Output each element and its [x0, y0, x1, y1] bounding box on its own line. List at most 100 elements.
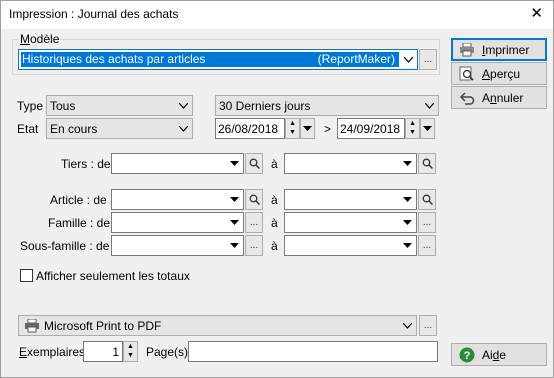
spin-up-icon[interactable]: ▲ — [406, 119, 419, 128]
annuler-label: Annuler — [482, 90, 524, 105]
chevron-down-icon[interactable] — [399, 236, 416, 255]
modele-legend-rest: odèle — [30, 32, 60, 46]
spin-up-icon[interactable]: ▲ — [286, 119, 299, 128]
etat-select[interactable]: En cours — [46, 118, 193, 139]
tiers-label: Tiers : de — [61, 157, 111, 171]
chevron-down-icon — [303, 125, 312, 131]
article-to-label: à — [271, 193, 278, 207]
famille-to-more-button[interactable]: ... — [418, 212, 436, 233]
search-icon[interactable] — [245, 189, 263, 210]
tiers-to-label: à — [271, 157, 278, 171]
sousfamille-from-more-button[interactable]: ... — [245, 235, 263, 256]
close-icon[interactable]: ✕ — [530, 4, 543, 22]
aide-button[interactable]: ? Aide — [451, 343, 547, 366]
svg-text:?: ? — [464, 350, 471, 362]
type-label: Type — [17, 99, 44, 113]
apercu-label: Aperçu — [482, 66, 521, 81]
help-icon: ? — [458, 347, 476, 363]
modele-legend: Modèle — [18, 32, 62, 46]
date-from-field[interactable]: 26/08/2018 — [215, 118, 285, 139]
chevron-down-icon[interactable] — [175, 96, 192, 115]
spin-down-icon[interactable]: ▼ — [286, 128, 299, 137]
apercu-button[interactable]: Aperçu — [451, 62, 547, 85]
apercu-label-rest: perçu — [490, 66, 521, 81]
copies-spinner[interactable]: ▲ ▼ — [123, 341, 138, 362]
imprimer-label: Imprimer — [482, 42, 530, 57]
totals-checkbox[interactable] — [20, 269, 33, 282]
pages-field[interactable] — [188, 341, 438, 362]
copies-field[interactable]: 1 — [83, 341, 123, 362]
printer-more-button[interactable]: ... — [419, 315, 437, 336]
spin-down-icon[interactable]: ▼ — [124, 351, 137, 360]
date-from-dropdown[interactable] — [300, 118, 315, 139]
period-select[interactable]: 30 Derniers jours — [215, 95, 439, 116]
search-icon[interactable] — [418, 189, 436, 210]
article-to-select[interactable] — [284, 189, 417, 210]
chevron-down-icon[interactable] — [399, 154, 416, 173]
copies-value: 1 — [112, 345, 119, 359]
etat-value: En cours — [50, 122, 98, 136]
sousfamille-to-label: à — [271, 239, 278, 253]
date-from-value: 26/08/2018 — [218, 122, 279, 136]
famille-from-select[interactable] — [111, 212, 244, 233]
chevron-down-icon[interactable] — [226, 154, 243, 173]
annuler-button[interactable]: Annuler — [451, 86, 547, 109]
chevron-down-icon[interactable] — [399, 190, 416, 209]
date-separator: > — [324, 122, 332, 136]
famille-to-select[interactable] — [284, 212, 417, 233]
sousfamille-from-select[interactable] — [111, 235, 244, 256]
chevron-down-icon[interactable] — [399, 316, 416, 335]
aide-label-rest: e — [499, 347, 507, 362]
modele-selected-name: Historiques des achats par articles — [22, 52, 206, 66]
copies-label: Exemplaires — [19, 345, 86, 359]
tiers-to-select[interactable] — [284, 153, 417, 174]
date-to-value: 24/09/2018 — [340, 122, 401, 136]
search-icon[interactable] — [245, 153, 263, 174]
sousfamille-to-select[interactable] — [284, 235, 417, 256]
modele-more-button[interactable]: ... — [419, 49, 437, 70]
pages-label: Page(s) — [146, 345, 189, 359]
chevron-down-icon[interactable] — [421, 96, 438, 115]
article-from-select[interactable] — [111, 189, 244, 210]
chevron-down-icon[interactable] — [400, 50, 417, 69]
imprimer-button[interactable]: Imprimer — [451, 38, 547, 61]
sousfamille-to-more-button[interactable]: ... — [418, 235, 436, 256]
undo-icon — [458, 90, 476, 106]
modele-select[interactable]: Historiques des achats par articles (Rep… — [18, 49, 418, 70]
chevron-down-icon[interactable] — [399, 213, 416, 232]
etat-label: Etat — [17, 122, 39, 136]
spin-down-icon[interactable]: ▼ — [406, 128, 419, 137]
famille-from-more-button[interactable]: ... — [245, 212, 263, 233]
window-title: Impression : Journal des achats — [9, 7, 179, 21]
article-label: Article : de — [50, 193, 107, 207]
modele-selected-source: (ReportMaker) — [317, 52, 395, 66]
date-to-spinner[interactable]: ▲ ▼ — [405, 118, 420, 139]
chevron-down-icon — [423, 125, 432, 131]
copies-label-rest: xemplaires — [27, 345, 86, 359]
totals-checkbox-label: Afficher seulement les totaux — [36, 269, 190, 283]
type-select[interactable]: Tous — [46, 95, 193, 116]
date-to-field[interactable]: 24/09/2018 — [337, 118, 405, 139]
aide-label: Aide — [482, 347, 507, 362]
type-value: Tous — [50, 99, 76, 113]
chevron-down-icon[interactable] — [175, 119, 192, 138]
printer-icon — [458, 42, 476, 58]
famille-to-label: à — [271, 216, 278, 230]
sousfamille-label: Sous-famille : de — [20, 239, 110, 253]
date-to-dropdown[interactable] — [420, 118, 435, 139]
famille-label: Famille : de — [48, 216, 111, 230]
printer-name: Microsoft Print to PDF — [44, 319, 162, 333]
printer-select[interactable]: Microsoft Print to PDF — [18, 315, 417, 336]
annuler-label-rest: nuler — [496, 90, 524, 105]
tiers-from-select[interactable] — [111, 153, 244, 174]
chevron-down-icon[interactable] — [226, 190, 243, 209]
search-icon[interactable] — [418, 153, 436, 174]
title-bar: Impression : Journal des achats ✕ — [1, 1, 553, 29]
chevron-down-icon[interactable] — [226, 236, 243, 255]
date-from-spinner[interactable]: ▲ ▼ — [285, 118, 300, 139]
print-dialog: Impression : Journal des achats ✕ Modèle… — [0, 0, 554, 378]
period-value: 30 Derniers jours — [219, 99, 311, 113]
spin-up-icon[interactable]: ▲ — [124, 342, 137, 351]
imprimer-label-rest: mprimer — [485, 42, 530, 57]
chevron-down-icon[interactable] — [226, 213, 243, 232]
